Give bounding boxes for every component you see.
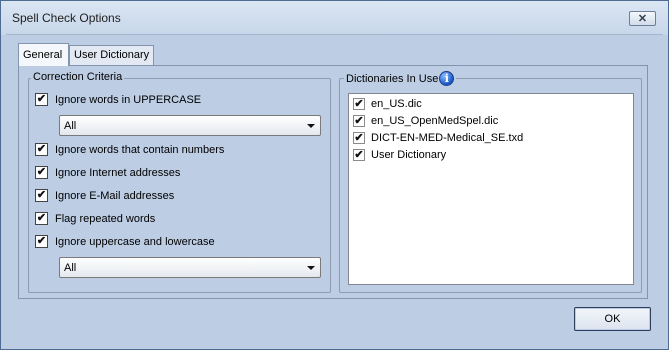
- list-item[interactable]: ✔ DICT-EN-MED-Medical_SE.txd: [353, 132, 523, 144]
- correction-criteria-title: Correction Criteria: [31, 71, 125, 83]
- check-icon: ✔: [354, 131, 364, 144]
- uppercase-mode-select[interactable]: All: [59, 115, 321, 136]
- close-icon: ✕: [637, 13, 648, 25]
- tab-user-dictionary[interactable]: User Dictionary: [69, 45, 154, 65]
- list-item[interactable]: ✔ en_US_OpenMedSpel.dic: [353, 115, 498, 127]
- option-label: Ignore E-Mail addresses: [55, 189, 175, 202]
- dictionaries-list[interactable]: ✔ en_US.dic ✔ en_US_OpenMedSpel.dic ✔ DI…: [348, 93, 634, 285]
- dictionary-label: User Dictionary: [371, 149, 447, 161]
- title-bar[interactable]: Spell Check Options ✕: [1, 1, 668, 35]
- window-title: Spell Check Options: [12, 11, 121, 25]
- case-mode-select[interactable]: All: [59, 257, 321, 278]
- uppercase-mode-value: All: [64, 119, 77, 132]
- check-icon: ✔: [354, 148, 364, 161]
- dictionary-checkbox[interactable]: ✔: [353, 115, 365, 127]
- dialog-body: General User Dictionary Correction Crite…: [6, 34, 663, 345]
- dictionary-label: DICT-EN-MED-Medical_SE.txd: [371, 132, 524, 144]
- check-icon: ✔: [36, 189, 47, 201]
- flag-repeated-checkbox[interactable]: ✔: [35, 212, 48, 225]
- check-icon: ✔: [36, 166, 47, 178]
- option-ignore-uppercase[interactable]: ✔ Ignore words in UPPERCASE: [35, 93, 201, 106]
- chevron-down-icon: [307, 266, 315, 270]
- dictionaries-group: Dictionaries In Use i ✔ en_US.dic ✔ en_U…: [339, 71, 642, 293]
- check-icon: ✔: [36, 235, 47, 247]
- option-label: Ignore Internet addresses: [55, 166, 181, 179]
- ignore-numbers-checkbox[interactable]: ✔: [35, 143, 48, 156]
- info-icon[interactable]: i: [439, 71, 455, 86]
- dictionary-checkbox[interactable]: ✔: [353, 98, 365, 110]
- option-ignore-internet[interactable]: ✔ Ignore Internet addresses: [35, 166, 180, 179]
- dictionaries-title-wrap: Dictionaries In Use i: [344, 71, 457, 86]
- option-ignore-numbers[interactable]: ✔ Ignore words that contain numbers: [35, 143, 224, 156]
- case-mode-value: All: [64, 261, 77, 274]
- check-icon: ✔: [354, 97, 364, 110]
- ignore-email-checkbox[interactable]: ✔: [35, 189, 48, 202]
- option-label: Ignore words in UPPERCASE: [55, 93, 202, 106]
- option-label: Ignore uppercase and lowercase: [55, 235, 215, 248]
- ignore-case-checkbox[interactable]: ✔: [35, 235, 48, 248]
- check-icon: ✔: [36, 212, 47, 224]
- dictionary-label: en_US_OpenMedSpel.dic: [371, 115, 499, 127]
- correction-criteria-group: Correction Criteria ✔ Ignore words in UP…: [28, 71, 331, 293]
- tab-general-label: General: [23, 49, 63, 61]
- ok-button[interactable]: OK: [574, 307, 651, 331]
- ignore-internet-checkbox[interactable]: ✔: [35, 166, 48, 179]
- ok-button-label: OK: [604, 313, 621, 325]
- close-button[interactable]: ✕: [629, 11, 656, 26]
- option-label: Ignore words that contain numbers: [55, 143, 225, 156]
- dictionary-label: en_US.dic: [371, 98, 422, 110]
- tab-general[interactable]: General: [18, 43, 69, 66]
- option-ignore-email[interactable]: ✔ Ignore E-Mail addresses: [35, 189, 174, 202]
- dictionary-checkbox[interactable]: ✔: [353, 149, 365, 161]
- option-ignore-case[interactable]: ✔ Ignore uppercase and lowercase: [35, 235, 215, 248]
- dictionaries-title: Dictionaries In Use: [346, 72, 439, 85]
- list-item[interactable]: ✔ en_US.dic: [353, 98, 422, 110]
- check-icon: ✔: [36, 93, 47, 105]
- ignore-uppercase-checkbox[interactable]: ✔: [35, 93, 48, 106]
- check-icon: ✔: [36, 143, 47, 155]
- spell-check-options-dialog: Spell Check Options ✕ General User Dicti…: [0, 0, 669, 350]
- tab-user-dictionary-label: User Dictionary: [74, 49, 150, 61]
- chevron-down-icon: [307, 124, 315, 128]
- general-tab-panel: Correction Criteria ✔ Ignore words in UP…: [18, 65, 648, 299]
- option-flag-repeated[interactable]: ✔ Flag repeated words: [35, 212, 155, 225]
- list-item[interactable]: ✔ User Dictionary: [353, 149, 446, 161]
- dictionary-checkbox[interactable]: ✔: [353, 132, 365, 144]
- check-icon: ✔: [354, 114, 364, 127]
- option-label: Flag repeated words: [55, 212, 156, 225]
